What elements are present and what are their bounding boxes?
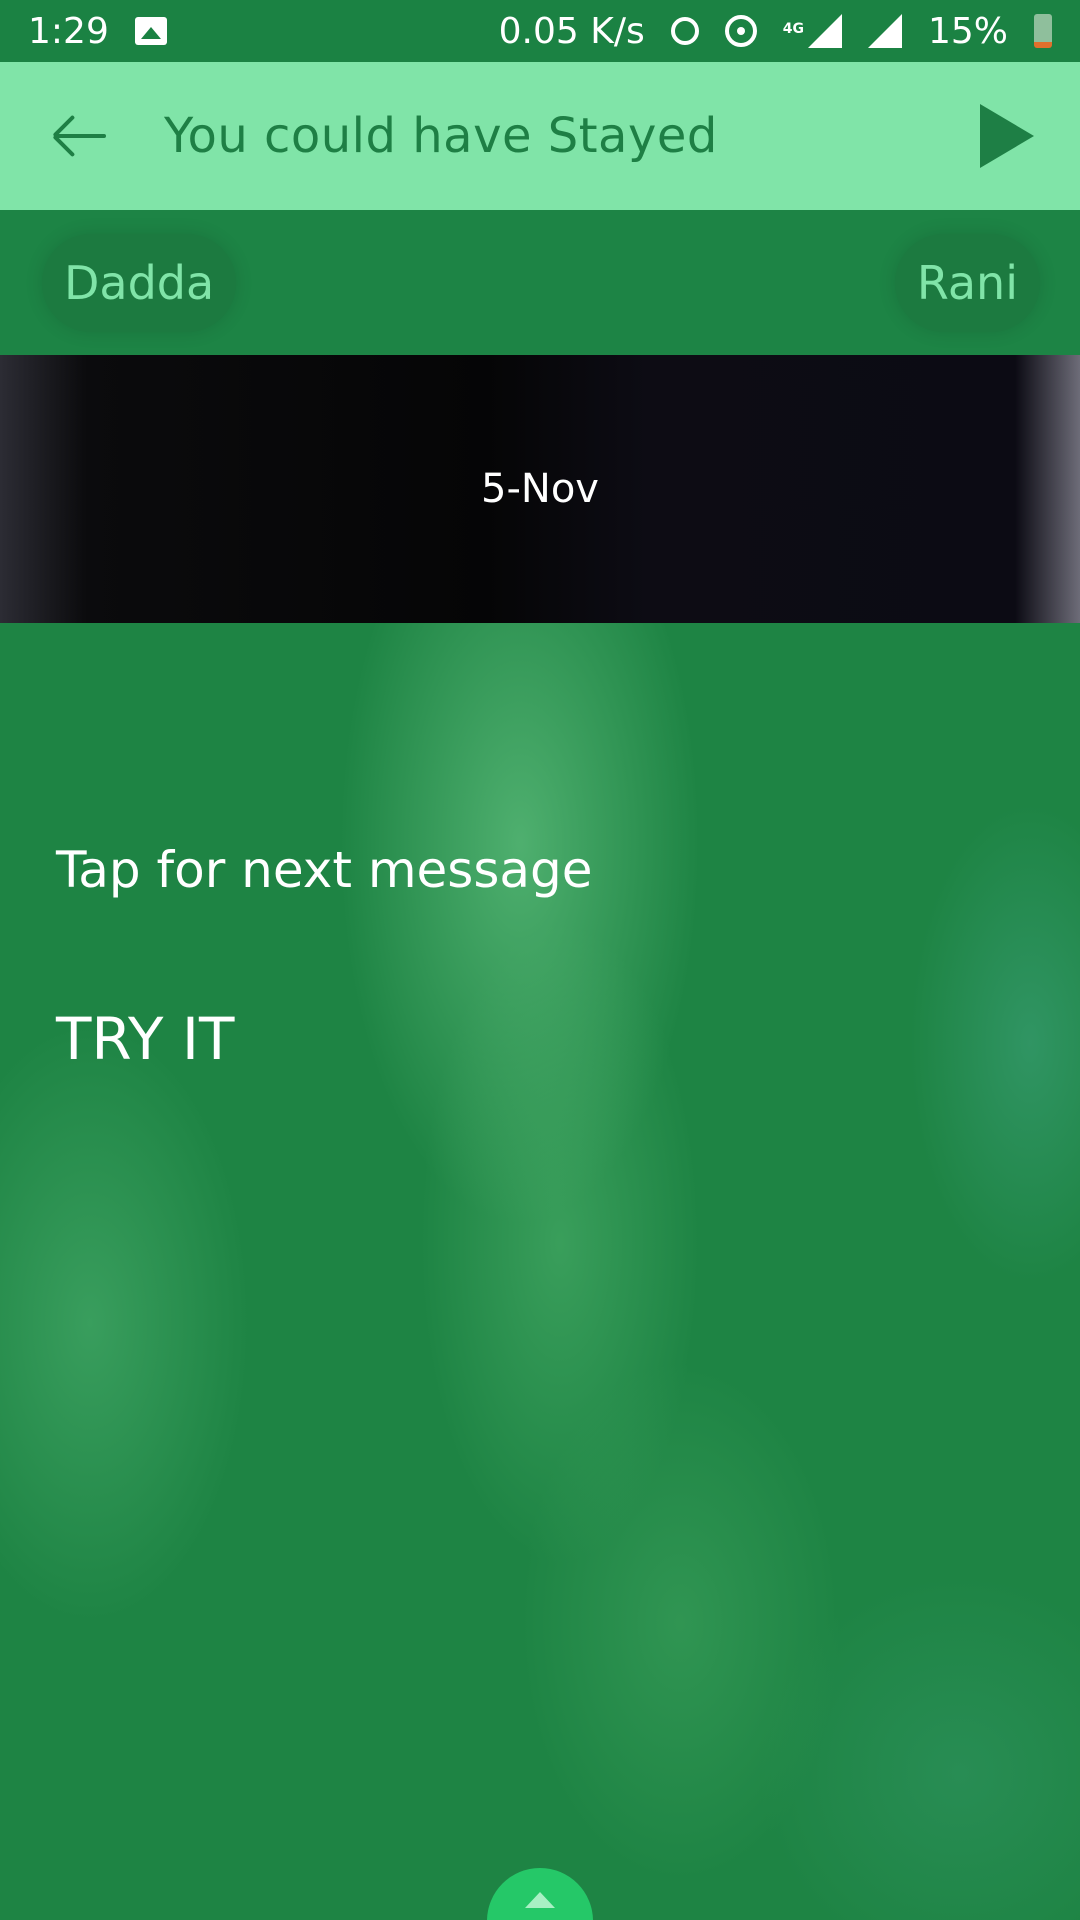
page-title: You could have Stayed [164,108,718,164]
date-label: 5-Nov [481,466,599,512]
tap-hint-text: Tap for next message [56,841,593,899]
app-bar: You could have Stayed [0,62,1080,210]
battery-percent: 15% [927,10,1008,52]
status-bar: 1:29 0.05 K/s 4G 15% [0,0,1080,62]
message-area[interactable]: Tap for next message TRY IT [0,623,1080,1920]
image-icon [134,17,167,45]
status-left: 1:29 [28,11,167,52]
alarm-icon [670,17,699,45]
play-icon[interactable] [980,104,1034,168]
battery-icon [1034,14,1052,48]
hotspot-icon [724,15,757,47]
network-type: 4G [782,20,804,37]
chat-story-screen: 1:29 0.05 K/s 4G 15% You could have Stay… [0,0,1080,1920]
back-arrow-shaft [56,134,106,138]
participant-left-chip[interactable]: Dadda [42,233,237,332]
signal-icon-2 [867,14,902,48]
back-arrow-icon[interactable] [52,114,108,158]
participant-right-chip[interactable]: Rani [894,233,1040,332]
net-speed: 0.05 K/s [498,10,645,52]
date-banner: 5-Nov [0,355,1080,623]
try-it-text: TRY IT [56,1005,235,1073]
signal-icon [807,14,842,48]
status-time: 1:29 [28,10,109,52]
participants-bar: Dadda Rani [0,210,1080,355]
chevron-up-icon [525,1892,555,1908]
status-right: 0.05 K/s 4G 15% [499,11,1052,52]
